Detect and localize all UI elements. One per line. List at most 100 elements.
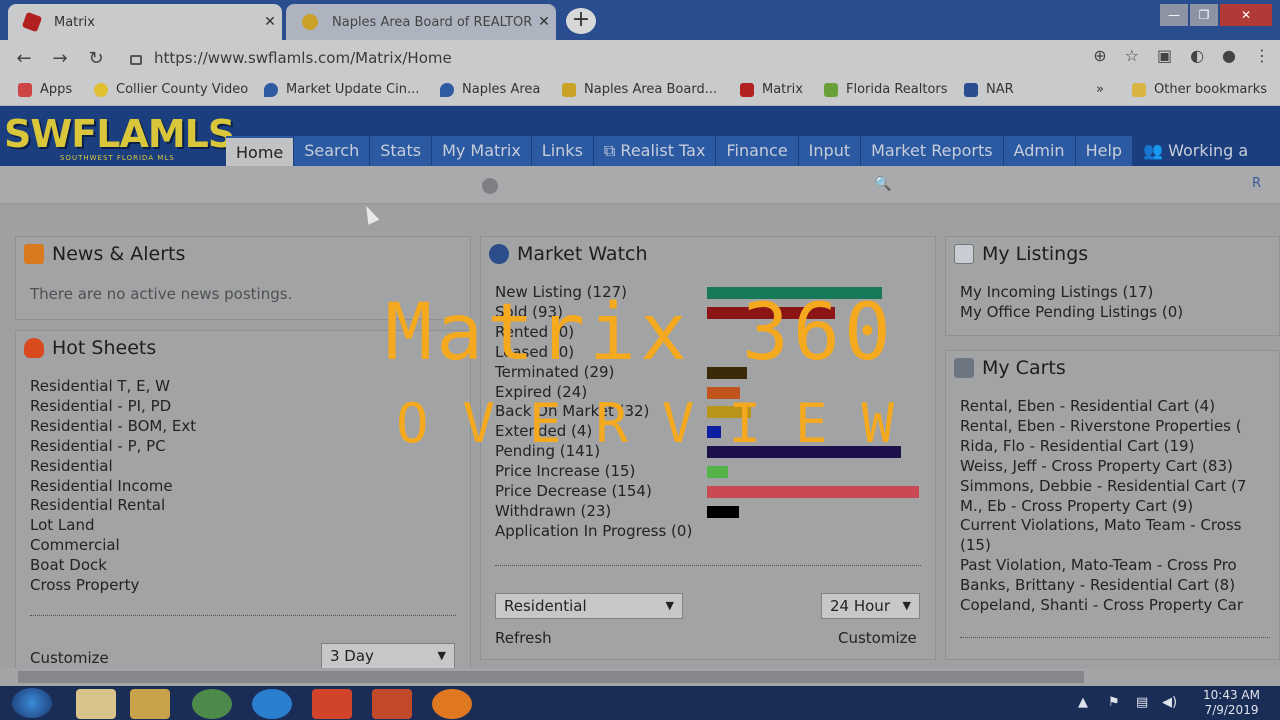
help-icon[interactable]	[482, 178, 498, 194]
menu-kebab-icon[interactable]: ⋮	[1254, 46, 1270, 65]
bookmarks-overflow-button[interactable]: »	[1096, 82, 1104, 97]
bookmark-nar[interactable]: NAR	[964, 82, 1014, 97]
profile-avatar-icon[interactable]: ●	[1222, 46, 1236, 65]
bookmark-market-update[interactable]: Market Update Cin...	[264, 82, 419, 97]
listing-doc-icon	[954, 244, 974, 264]
window-maximize-button[interactable]: ❐	[1190, 4, 1218, 26]
network-icon[interactable]: ▤	[1136, 695, 1148, 710]
hot-sheets-period-select[interactable]: 3 Day ▼	[321, 643, 455, 669]
chevron-down-icon: ▼	[437, 649, 446, 662]
scrollbar-thumb[interactable]	[18, 671, 1084, 683]
market-watch-link[interactable]: Withdrawn (23)	[495, 502, 692, 522]
bookmark-florida-realtors[interactable]: Florida Realtors	[824, 82, 948, 97]
extension-icon[interactable]: ◐	[1190, 46, 1204, 65]
windows-start-icon[interactable]	[12, 688, 52, 718]
sub-right-link[interactable]: R	[1252, 176, 1261, 191]
property-type-select[interactable]: Residential ▼	[495, 593, 683, 619]
nav-stats[interactable]: Stats	[370, 136, 432, 166]
matrix-favicon-icon	[21, 11, 43, 33]
search-icon[interactable]: 🔍	[874, 176, 891, 192]
tab-naples-board[interactable]: Naples Area Board of REALTORS ✕	[286, 4, 556, 40]
nav-finance[interactable]: Finance	[716, 136, 798, 166]
market-watch-period-select[interactable]: 24 Hour ▼	[821, 593, 920, 619]
cart-link[interactable]: M., Eb - Cross Property Cart (9)	[960, 497, 1246, 517]
cart-link[interactable]: Weiss, Jeff - Cross Property Cart (83)	[960, 457, 1246, 477]
market-watch-customize-link[interactable]: Customize	[838, 629, 917, 647]
nav-admin[interactable]: Admin	[1003, 136, 1075, 166]
hot-sheet-link[interactable]: Commercial	[30, 536, 196, 556]
map-pin-icon	[440, 82, 454, 97]
media-player-icon[interactable]	[130, 689, 170, 719]
hot-sheets-customize-link[interactable]: Customize	[30, 649, 109, 667]
cart-link[interactable]: Current Violations, Mato Team - Cross	[960, 516, 1246, 536]
nav-realist-tax[interactable]: ⧉ Realist Tax	[593, 136, 716, 166]
naples-board-icon	[562, 82, 576, 97]
browser-toolbar: ← → ↻ https://www.swflamls.com/Matrix/Ho…	[0, 40, 1280, 76]
window-minimize-button[interactable]: —	[1160, 4, 1188, 26]
hot-sheet-link[interactable]: Residential Rental	[30, 496, 196, 516]
zoom-icon[interactable]: ⊕	[1093, 46, 1106, 65]
tray-overflow-icon[interactable]: ▲	[1078, 695, 1088, 710]
reload-icon[interactable]: ↻	[78, 48, 114, 69]
chrome-icon[interactable]	[192, 689, 232, 719]
folder-icon	[1132, 82, 1146, 97]
chevron-down-icon: ▼	[902, 599, 911, 612]
hot-sheet-link[interactable]: Lot Land	[30, 516, 196, 536]
market-watch-bar	[707, 486, 919, 498]
hot-sheet-link[interactable]: Boat Dock	[30, 556, 196, 576]
bookmark-naples-area[interactable]: Naples Area	[440, 82, 540, 97]
cart-link[interactable]: Copeland, Shanti - Cross Property Car	[960, 596, 1246, 616]
flag-icon[interactable]: ⚑	[1108, 695, 1120, 710]
bookmark-apps[interactable]: Apps	[18, 82, 72, 97]
nav-search[interactable]: Search	[294, 136, 370, 166]
browser-tabstrip: Matrix ✕ Naples Area Board of REALTORS ✕…	[0, 0, 1280, 40]
back-arrow-icon[interactable]: ←	[6, 48, 42, 69]
market-watch-link[interactable]: Application In Progress (0)	[495, 522, 692, 542]
nav-working-as[interactable]: 👥 Working a	[1133, 136, 1258, 166]
bookmarks-bar: Apps Collier County Video Market Update …	[0, 76, 1280, 106]
tab-matrix[interactable]: Matrix ✕	[8, 4, 282, 40]
windows-taskbar: ▲ ⚑ ▤ ◀) 10:43 AM 7/9/2019	[0, 686, 1280, 720]
firefox-icon[interactable]	[432, 689, 472, 719]
apps-grid-icon	[18, 82, 32, 97]
taskbar-clock[interactable]: 10:43 AM 7/9/2019	[1203, 688, 1260, 718]
users-icon: 👥	[1143, 141, 1169, 160]
hot-sheet-link[interactable]: Residential	[30, 457, 196, 477]
nav-links[interactable]: Links	[531, 136, 593, 166]
powerpoint-icon[interactable]	[372, 689, 412, 719]
market-watch-link[interactable]: Price Increase (15)	[495, 462, 692, 482]
nav-help[interactable]: Help	[1075, 136, 1133, 166]
nav-market-reports[interactable]: Market Reports	[861, 136, 1003, 166]
market-watch-bar	[707, 466, 728, 479]
bookmark-collier-county-video[interactable]: Collier County Video	[94, 82, 248, 97]
nav-home[interactable]: Home	[226, 136, 294, 166]
tab-close-icon[interactable]: ✕	[532, 14, 556, 30]
volume-icon[interactable]: ◀)	[1162, 695, 1177, 710]
new-tab-button[interactable]: +	[566, 8, 596, 34]
bookmark-star-icon[interactable]: ☆	[1125, 46, 1139, 65]
pdf-extension-icon[interactable]: ▣	[1157, 46, 1172, 65]
bookmark-matrix[interactable]: Matrix	[740, 82, 803, 97]
internet-explorer-icon[interactable]	[252, 689, 292, 719]
cart-link[interactable]: Simmons, Debbie - Residential Cart (7	[960, 477, 1246, 497]
cart-link[interactable]: Banks, Brittany - Residential Cart (8)	[960, 576, 1246, 596]
tab-close-icon[interactable]: ✕	[258, 14, 282, 30]
cart-link[interactable]: (15)	[960, 536, 1246, 556]
bookmark-other[interactable]: Other bookmarks	[1132, 82, 1267, 97]
hot-sheet-link[interactable]: Residential Income	[30, 477, 196, 497]
hot-sheet-link[interactable]: Cross Property	[30, 576, 196, 596]
market-watch-refresh-link[interactable]: Refresh	[495, 629, 552, 647]
snagit-icon[interactable]	[312, 689, 352, 719]
window-close-button[interactable]: ✕	[1220, 4, 1272, 26]
horizontal-scrollbar[interactable]	[0, 668, 1280, 686]
nav-my-matrix[interactable]: My Matrix	[432, 136, 531, 166]
file-explorer-icon[interactable]	[76, 689, 116, 719]
address-bar[interactable]: https://www.swflamls.com/Matrix/Home	[130, 44, 1030, 72]
cart-link[interactable]: Past Violation, Mato-Team - Cross Pro	[960, 556, 1246, 576]
market-watch-link[interactable]: Price Decrease (154)	[495, 482, 692, 502]
forward-arrow-icon[interactable]: →	[42, 48, 78, 69]
clock-date: 7/9/2019	[1204, 703, 1259, 717]
bookmark-naples-area-board[interactable]: Naples Area Board...	[562, 82, 717, 97]
panel-title: My Listings	[954, 243, 1088, 265]
nav-input[interactable]: Input	[798, 136, 861, 166]
